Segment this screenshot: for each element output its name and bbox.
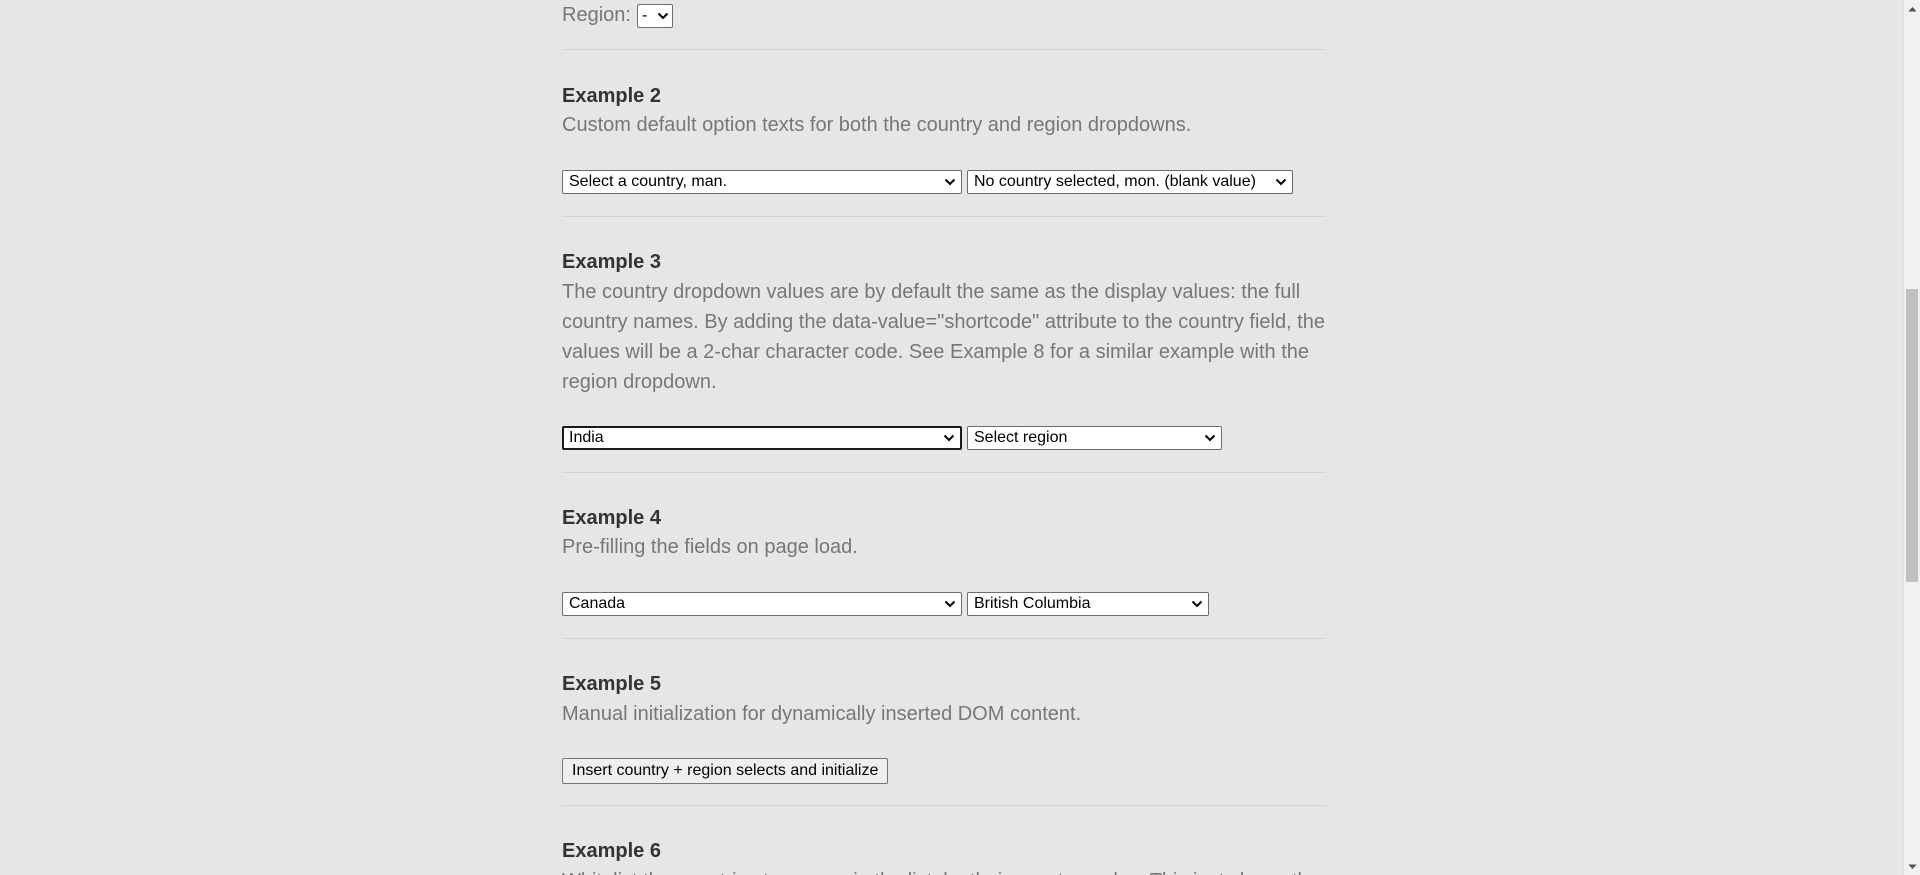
example5-description: Manual initialization for dynamically in… (562, 703, 1082, 725)
chevron-down-icon (1191, 593, 1203, 615)
divider (562, 472, 1326, 473)
divider (562, 216, 1326, 217)
example2-description: Custom default option texts for both the… (562, 114, 1192, 136)
example3-country-select-value: India (569, 429, 604, 446)
example6-title: Example 6 (562, 840, 661, 862)
example4-title: Example 4 (562, 507, 661, 529)
scroll-up-arrow-icon[interactable] (1904, 0, 1920, 17)
example3-region-select-value: Select region (974, 429, 1068, 446)
scroll-down-arrow-icon[interactable] (1904, 858, 1920, 875)
example2-country-select[interactable]: Select a country, man. (562, 170, 962, 194)
vertical-scrollbar[interactable] (1903, 0, 1920, 875)
chevron-down-icon (657, 5, 669, 27)
example4-country-select[interactable]: Canada (562, 592, 962, 616)
example2-country-select-value: Select a country, man. (569, 173, 727, 190)
example1-region-select[interactable]: - (637, 4, 673, 28)
divider (562, 638, 1326, 639)
insert-selects-button[interactable]: Insert country + region selects and init… (562, 758, 889, 784)
example4-region-select-value: British Columbia (974, 595, 1091, 612)
chevron-down-icon (944, 171, 956, 193)
example2-region-select-value: No country selected, mon. (blank value) (974, 173, 1256, 190)
example4-country-select-value: Canada (569, 595, 626, 612)
divider (562, 805, 1326, 806)
example3-country-select[interactable]: India (562, 426, 962, 450)
example2-title: Example 2 (562, 85, 661, 107)
divider (562, 49, 1326, 50)
example3-title: Example 3 (562, 251, 661, 273)
example6-description: Whitelist the countries to appear in the… (562, 866, 1326, 875)
example5-title: Example 5 (562, 673, 661, 695)
chevron-down-icon (1275, 171, 1287, 193)
example2-region-select[interactable]: No country selected, mon. (blank value) (967, 170, 1293, 194)
example1-region-select-value: - (642, 7, 648, 24)
page-viewport: Region: - Example 2 Custom default optio… (0, 0, 1920, 875)
chevron-down-icon (944, 593, 956, 615)
scrollbar-thumb[interactable] (1906, 289, 1918, 582)
example4-description: Pre-filling the fields on page load. (562, 536, 858, 558)
chevron-down-icon (943, 428, 955, 448)
example4-region-select[interactable]: British Columbia (967, 592, 1209, 616)
example3-description: The country dropdown values are by defau… (562, 281, 1325, 393)
example1-region-label: Region: (562, 4, 631, 26)
chevron-down-icon (1204, 427, 1216, 449)
example3-region-select[interactable]: Select region (967, 426, 1222, 450)
